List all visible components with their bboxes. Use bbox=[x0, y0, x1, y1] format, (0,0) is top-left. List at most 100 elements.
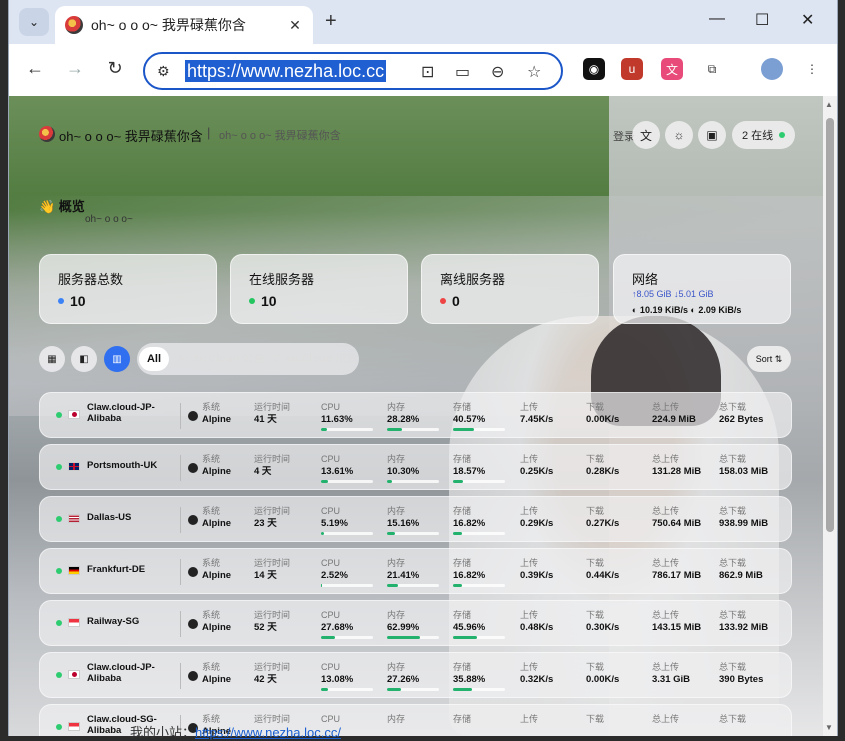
zoom-icon[interactable]: ⊖ bbox=[491, 62, 504, 82]
col-down: 下载 0.00K/s bbox=[586, 402, 619, 426]
scroll-up-icon[interactable]: ▲ bbox=[825, 100, 833, 109]
new-tab-button[interactable]: + bbox=[325, 10, 337, 33]
stat-card-total[interactable]: 服务器总数 10 bbox=[39, 254, 217, 324]
server-name[interactable]: Claw.cloud-JP-Alibaba bbox=[87, 662, 175, 684]
col-label: 存储 bbox=[453, 714, 472, 724]
col-value: 0.25K/s bbox=[520, 466, 554, 477]
forward-button[interactable]: → bbox=[63, 58, 87, 79]
server-row[interactable]: Claw.cloud-JP-Alibaba 系统 Alpine 运行时间 41 天 CPU… bbox=[39, 392, 792, 438]
grid-view-button[interactable]: ◧ bbox=[71, 346, 97, 372]
col-mem: 内存 10.30% bbox=[387, 454, 439, 483]
translate-extension-icon[interactable]: 文 bbox=[661, 58, 683, 80]
install-app-icon[interactable]: ▭ bbox=[455, 62, 470, 82]
col-value: Alpine bbox=[202, 466, 232, 477]
server-name[interactable]: Frankfurt-DE bbox=[87, 564, 175, 575]
server-name[interactable]: Claw.cloud-JP-Alibaba bbox=[87, 402, 175, 424]
col-down: 下载 0.00K/s bbox=[586, 662, 619, 686]
col-label: 系统 bbox=[202, 454, 221, 464]
page-scrollbar[interactable]: ▲ ▼ bbox=[823, 96, 837, 736]
col-mem: 内存 62.99% bbox=[387, 610, 439, 639]
footer-link[interactable]: https://www.nezha.loc.cc/ bbox=[195, 725, 341, 740]
scrollbar-thumb[interactable] bbox=[826, 118, 834, 532]
server-row[interactable]: Frankfurt-DE 系统 Alpine 运行时间 14 天 CPU 2.52% 内存 21… bbox=[39, 548, 792, 594]
row-divider bbox=[180, 455, 181, 481]
arrow-right-icon: → bbox=[66, 58, 84, 78]
list-view-button[interactable]: ▥ bbox=[104, 346, 130, 372]
usage-bar-fill bbox=[321, 428, 328, 431]
col-value: 131.28 MiB bbox=[652, 466, 702, 477]
site-logo[interactable] bbox=[39, 126, 55, 142]
col-total-up: 总上传 3.31 GiB bbox=[652, 662, 690, 686]
overview-heading: 👋 概览 bbox=[39, 199, 85, 214]
close-tab-icon[interactable]: ✕ bbox=[283, 17, 307, 34]
col-value: 40.57% bbox=[453, 414, 486, 425]
server-online-dot bbox=[56, 568, 62, 574]
sort-button[interactable]: Sort ⇅ bbox=[747, 346, 791, 372]
country-flag-icon bbox=[68, 670, 80, 679]
background-toggle-button[interactable]: ▣ bbox=[698, 121, 726, 149]
site-title[interactable]: oh~ ο ο ο~ 我畀碌蕉你含 bbox=[59, 126, 203, 145]
translate-icon: 文 bbox=[639, 128, 652, 143]
server-row[interactable]: Railway-SG 系统 Alpine 运行时间 52 天 CPU 27.68% 内存 62.… bbox=[39, 600, 792, 646]
col-total-down: 总下载 262 Bytes bbox=[719, 402, 763, 426]
usage-bar-fill bbox=[453, 480, 463, 483]
server-name[interactable]: Dallas-US bbox=[87, 512, 175, 523]
profile-avatar[interactable] bbox=[761, 58, 783, 80]
server-row[interactable]: Claw.cloud-JP-Alibaba 系统 Alpine 运行时间 42 天 CPU… bbox=[39, 652, 792, 698]
col-value: 4 天 bbox=[254, 466, 272, 477]
col-value: 15.16% bbox=[387, 518, 420, 529]
address-bar[interactable]: ⚙ https://www.nezha.loc.cc ⊡ ▭ ⊖ ☆ bbox=[143, 52, 563, 90]
url-text[interactable]: https://www.nezha.loc.cc bbox=[185, 60, 387, 82]
map-view-button[interactable]: ▦ bbox=[39, 346, 65, 372]
tab-search-button[interactable]: ⌄ bbox=[19, 8, 49, 36]
server-online-dot bbox=[56, 620, 62, 626]
col-label: 运行时间 bbox=[254, 662, 291, 672]
group-tab-arcticcloud[interactable]: ArcticCloud 公益 bbox=[177, 347, 264, 371]
close-window-button[interactable]: ✕ bbox=[801, 10, 814, 30]
site-info-icon[interactable]: ⚙ bbox=[157, 63, 170, 80]
server-row[interactable]: Dallas-US 系统 Alpine 运行时间 23 天 CPU 5.19% 内存 15.16… bbox=[39, 496, 792, 542]
usage-bar bbox=[453, 584, 505, 587]
active-tab[interactable]: oh~ ο ο ο~ 我畀碌蕉你含 ✕ bbox=[55, 6, 313, 44]
language-button[interactable]: 文 bbox=[632, 121, 660, 149]
extension-glasses-icon[interactable]: ◉ bbox=[583, 58, 605, 80]
stat-card-online[interactable]: 在线服务器 10 bbox=[230, 254, 408, 324]
maximize-button[interactable]: ☐ bbox=[755, 10, 769, 30]
col-cpu: CPU 5.19% bbox=[321, 506, 373, 535]
back-button[interactable]: ← bbox=[23, 58, 47, 79]
stat-card-offline[interactable]: 离线服务器 0 bbox=[421, 254, 599, 324]
more-menu-icon[interactable]: ⋮ bbox=[801, 58, 823, 80]
theme-button[interactable]: ☼ bbox=[665, 121, 693, 149]
stat-value: 0 bbox=[452, 293, 460, 309]
col-value: 224.9 MiB bbox=[652, 414, 696, 425]
col-value: Alpine bbox=[202, 570, 232, 581]
col-cpu: CPU 11.63% bbox=[321, 402, 373, 431]
network-label: 网络 bbox=[632, 272, 659, 287]
extensions-puzzle-icon[interactable]: ⧉ bbox=[701, 58, 723, 80]
server-name[interactable]: Portsmouth-UK bbox=[87, 460, 175, 471]
scroll-down-icon[interactable]: ▼ bbox=[825, 723, 833, 732]
usage-bar-fill bbox=[387, 532, 395, 535]
reload-button[interactable]: ↻ bbox=[103, 58, 127, 79]
usage-bar-fill bbox=[453, 636, 477, 639]
col-label: 运行时间 bbox=[254, 402, 291, 412]
col-label: 存储 bbox=[453, 558, 472, 568]
ublock-icon[interactable]: u bbox=[621, 58, 643, 80]
group-tab-clawcloud[interactable]: Claw.Cloud 爪云 bbox=[273, 347, 358, 371]
server-row[interactable]: Portsmouth-UK 系统 Alpine 运行时间 4 天 CPU 13.61% 内存 1… bbox=[39, 444, 792, 490]
col-value: 0.28K/s bbox=[586, 466, 620, 477]
col-label: 总上传 bbox=[652, 714, 680, 724]
bookmark-star-icon[interactable]: ☆ bbox=[527, 62, 541, 82]
browser-toolbar: ← → ↻ ⚙ https://www.nezha.loc.cc ⊡ ▭ ⊖ ☆… bbox=[9, 44, 837, 96]
col-disk: 存储 45.96% bbox=[453, 610, 505, 639]
col-value: 11.63% bbox=[321, 414, 353, 425]
col-label: 上传 bbox=[520, 714, 539, 724]
lens-icon[interactable]: ⊡ bbox=[421, 62, 434, 82]
usage-bar bbox=[387, 428, 439, 431]
server-name[interactable]: Railway-SG bbox=[87, 616, 175, 627]
group-tab-all[interactable]: All bbox=[139, 347, 169, 371]
col-value: Alpine bbox=[202, 622, 232, 633]
stat-label: 在线服务器 bbox=[249, 272, 315, 287]
minimize-button[interactable]: — bbox=[709, 10, 725, 28]
col-label: 系统 bbox=[202, 610, 221, 620]
